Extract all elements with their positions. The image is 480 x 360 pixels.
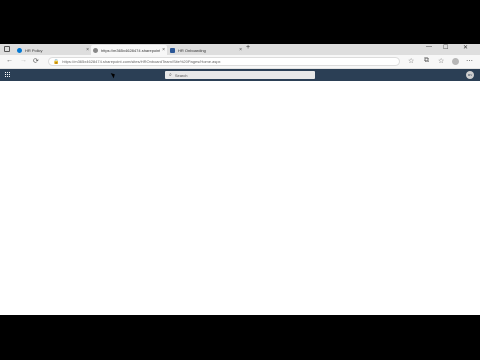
refresh-button[interactable]: ⟳ (33, 57, 39, 65)
suite-bar: ⌕ Search MV (0, 69, 480, 81)
tab-title: HR Policy (25, 47, 43, 53)
search-box[interactable]: ⌕ Search (165, 71, 315, 79)
new-tab-button[interactable]: + (246, 44, 250, 51)
sharepoint-favicon-icon (17, 47, 22, 53)
favorites-icon[interactable]: ☆ (438, 57, 444, 65)
sharepoint-favicon-icon (170, 47, 175, 53)
settings-menu-icon[interactable]: ⋯ (466, 57, 473, 65)
tab-hr-onboarding[interactable]: HR Onboarding × (168, 45, 244, 55)
loading-favicon-icon (93, 47, 98, 53)
account-avatar[interactable]: MV (466, 71, 474, 79)
tab-close-icon[interactable]: × (86, 47, 89, 53)
tab-strip: HR Policy × https://m365x46284​74.sharep… (0, 44, 480, 55)
letterbox-bottom (0, 315, 480, 360)
favorite-star-icon[interactable]: ☆ (408, 57, 414, 65)
minimize-icon[interactable]: — (426, 44, 432, 50)
tab-close-icon[interactable]: × (239, 47, 242, 53)
maximize-icon[interactable]: ☐ (443, 44, 448, 51)
search-icon: ⌕ (169, 72, 172, 78)
forward-button[interactable]: → (20, 57, 27, 64)
lock-icon: 🔒 (53, 58, 60, 65)
page-content (0, 81, 480, 315)
app-launcher-icon[interactable] (5, 72, 11, 78)
tab-title: HR Onboarding (178, 47, 206, 53)
window-close-icon[interactable]: ✕ (463, 44, 468, 51)
address-url[interactable]: https://m365x46284​74.sharepoint.com/sit… (62, 59, 220, 64)
address-bar[interactable]: 🔒 https://m365x46284​74.sharepoint.com/s… (48, 57, 400, 66)
browser-window: HR Policy × https://m365x46284​74.sharep… (0, 44, 480, 315)
profile-avatar[interactable] (452, 58, 459, 65)
back-button[interactable]: ← (6, 57, 13, 64)
tab-close-icon[interactable]: × (162, 47, 165, 53)
navigation-bar: ← → ⟳ 🔒 https://m365x46284​74.sharepoint… (0, 55, 480, 69)
tab-current[interactable]: https://m365x46284​74.sharepoint... × (91, 45, 167, 55)
tab-title: https://m365x46284​74.sharepoint... (101, 47, 161, 53)
tab-actions-icon[interactable] (4, 46, 10, 52)
search-placeholder: Search (174, 72, 188, 78)
collections-icon[interactable]: ⧉ (424, 57, 429, 65)
letterbox-top (0, 0, 480, 44)
tab-hr-policy[interactable]: HR Policy × (15, 45, 91, 55)
video-frame: HR Policy × https://m365x46284​74.sharep… (0, 0, 480, 360)
